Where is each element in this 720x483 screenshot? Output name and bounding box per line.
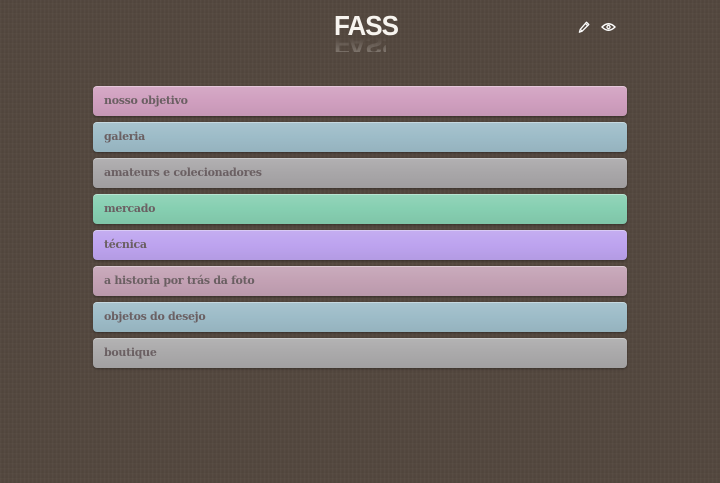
- logo-reflection: FASS: [334, 38, 386, 52]
- menu-item-label: galeria: [104, 130, 145, 143]
- menu-item-amateurs-e-colecionadores[interactable]: amateurs e colecionadores: [93, 158, 627, 188]
- menu-item-objetos-do-desejo[interactable]: objetos do desejo: [93, 302, 627, 332]
- main-menu: nosso objetivo galeria amateurs e coleci…: [93, 86, 627, 374]
- menu-item-label: a historia por trás da foto: [104, 274, 255, 287]
- pencil-icon[interactable]: [575, 18, 593, 36]
- menu-item-nosso-objetivo[interactable]: nosso objetivo: [93, 86, 627, 116]
- menu-item-label: nosso objetivo: [104, 94, 188, 107]
- logo-text: FASS: [334, 9, 399, 42]
- menu-item-label: amateurs e colecionadores: [104, 166, 262, 179]
- menu-item-label: técnica: [104, 238, 147, 251]
- menu-item-label: mercado: [104, 202, 156, 215]
- logo[interactable]: FASS FASS: [334, 9, 399, 52]
- eye-icon[interactable]: [599, 18, 617, 36]
- menu-item-label: objetos do desejo: [104, 310, 206, 323]
- menu-item-boutique[interactable]: boutique: [93, 338, 627, 368]
- menu-item-mercado[interactable]: mercado: [93, 194, 627, 224]
- header: FASS FASS: [0, 0, 720, 60]
- menu-item-tecnica[interactable]: técnica: [93, 230, 627, 260]
- menu-item-galeria[interactable]: galeria: [93, 122, 627, 152]
- menu-item-label: boutique: [104, 346, 157, 359]
- menu-item-a-historia-por-tras-da-foto[interactable]: a historia por trás da foto: [93, 266, 627, 296]
